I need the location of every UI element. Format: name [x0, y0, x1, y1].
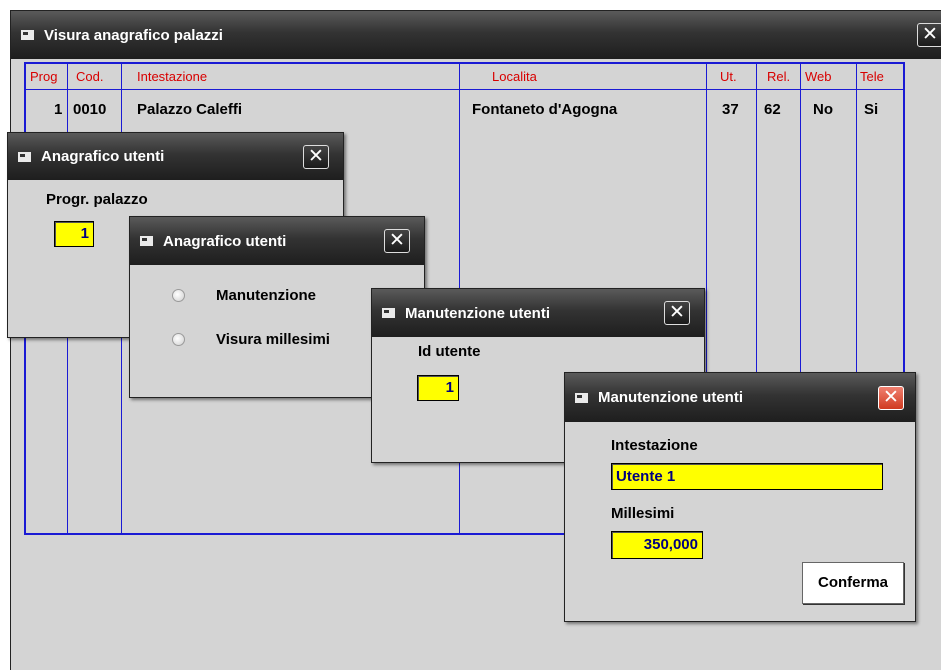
header-cod[interactable]: Cod.: [76, 64, 103, 90]
dialog1-title: Anagrafico utenti: [41, 148, 165, 165]
window-icon: [382, 308, 395, 318]
dialog4-titlebar[interactable]: Manutenzione utenti ✕: [565, 373, 915, 422]
manutenzione-utenti-dialog: Manutenzione utenti ✕ Intestazione Utent…: [564, 372, 916, 622]
dialog3-titlebar[interactable]: Manutenzione utenti ✕: [372, 289, 704, 337]
progr-palazzo-label: Progr. palazzo: [46, 191, 148, 208]
millesimi-label: Millesimi: [611, 505, 675, 522]
dialog3-title: Manutenzione utenti: [405, 304, 550, 322]
manutenzione-radio[interactable]: [172, 289, 185, 302]
dialog4-title: Manutenzione utenti: [598, 389, 743, 406]
window-icon: [575, 392, 588, 403]
manutenzione-label[interactable]: Manutenzione: [216, 287, 316, 304]
cell-intestazione[interactable]: Palazzo Caleffi: [137, 101, 242, 118]
dialog4-close-icon[interactable]: ✕: [878, 385, 904, 410]
header-rel[interactable]: Rel.: [767, 64, 790, 90]
main-titlebar[interactable]: Visura anagrafico palazzi ✕: [11, 11, 941, 59]
cell-cod[interactable]: 0010: [73, 101, 106, 118]
main-close-icon[interactable]: ✕: [917, 23, 941, 47]
dialog2-titlebar[interactable]: Anagrafico utenti ✕: [130, 217, 424, 265]
dialog1-close-icon[interactable]: ✕: [303, 144, 329, 169]
dialog1-titlebar[interactable]: Anagrafico utenti ✕: [8, 133, 343, 180]
intestazione-label: Intestazione: [611, 437, 698, 454]
header-ut[interactable]: Ut.: [720, 64, 737, 90]
header-web[interactable]: Web: [805, 64, 832, 90]
window-icon: [140, 236, 153, 246]
cell-rel[interactable]: 62: [764, 101, 781, 118]
cell-prog[interactable]: 1: [54, 101, 62, 118]
dialog3-close-icon[interactable]: ✕: [664, 301, 690, 325]
header-intestazione[interactable]: Intestazione: [137, 64, 207, 90]
cell-ut[interactable]: 37: [722, 101, 739, 118]
dialog2-close-icon[interactable]: ✕: [384, 229, 410, 253]
window-icon: [21, 30, 34, 40]
intestazione-field[interactable]: Utente 1: [611, 463, 883, 490]
header-tele[interactable]: Tele: [860, 64, 884, 90]
cell-web[interactable]: No: [813, 101, 833, 118]
main-title: Visura anagrafico palazzi: [44, 26, 223, 44]
cell-localita[interactable]: Fontaneto d'Agogna: [472, 101, 617, 118]
millesimi-field[interactable]: 350,000: [611, 531, 703, 559]
id-utente-label: Id utente: [418, 343, 481, 360]
cell-tele[interactable]: Si: [864, 101, 878, 118]
header-localita[interactable]: Localita: [492, 64, 537, 90]
window-icon: [18, 151, 31, 162]
progr-palazzo-field[interactable]: 1: [54, 221, 94, 247]
conferma-button[interactable]: Conferma: [802, 562, 904, 604]
id-utente-field[interactable]: 1: [417, 375, 459, 401]
visura-millesimi-radio[interactable]: [172, 333, 185, 346]
header-prog[interactable]: Prog: [30, 64, 57, 90]
dialog2-title: Anagrafico utenti: [163, 232, 287, 250]
visura-millesimi-label[interactable]: Visura millesimi: [216, 331, 330, 348]
